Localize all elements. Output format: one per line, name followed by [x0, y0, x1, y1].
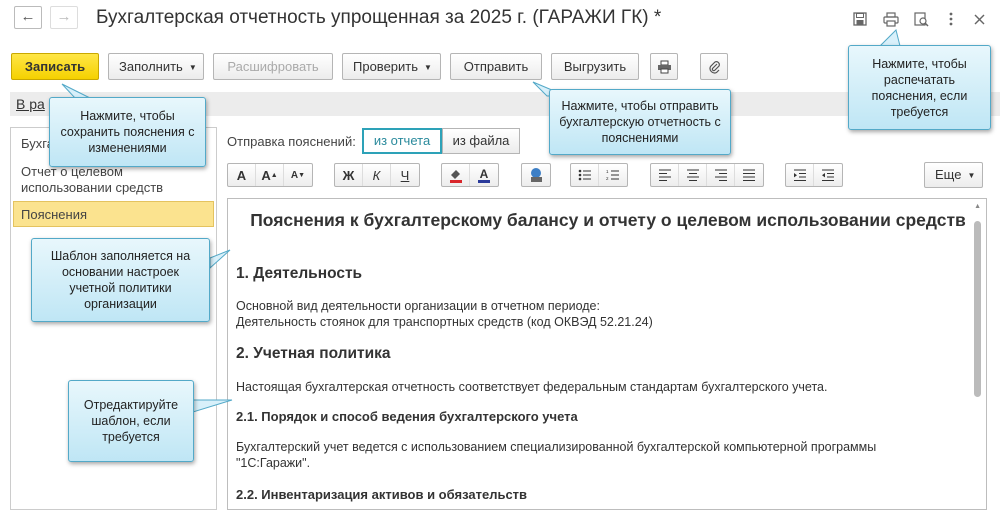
insert-picture-icon[interactable] — [522, 164, 550, 186]
indent-group — [785, 163, 843, 187]
check-button[interactable]: Проверить ▼ — [342, 53, 441, 80]
callout-save: Нажмите, чтобы сохранить пояснения с изм… — [49, 97, 206, 167]
section-text-1: Основной вид деятельности организации в … — [236, 299, 653, 329]
insert-image-group — [521, 163, 551, 187]
bold-icon[interactable]: Ж — [335, 164, 363, 186]
dropdown-arrow-icon: ▼ — [967, 170, 976, 180]
save-button[interactable]: Записать — [11, 53, 99, 80]
close-icon[interactable] — [970, 10, 988, 28]
decode-button-label: Расшифровать — [227, 59, 319, 74]
more-button[interactable]: Еще ▼ — [924, 162, 983, 188]
callout-template: Шаблон заполняется на основании настроек… — [31, 238, 210, 322]
from-file-button[interactable]: из файла — [442, 128, 520, 154]
arrow-right-icon: → — [56, 8, 72, 25]
explanations-editor[interactable]: ▲ Пояснения к бухгалтерскому балансу и о… — [227, 198, 987, 510]
preview-icon[interactable] — [912, 10, 930, 28]
export-button[interactable]: Выгрузить — [551, 53, 639, 80]
callout-print: Нажмите, чтобы распечатать пояснения, ес… — [848, 45, 991, 130]
back-button[interactable]: ← — [14, 6, 42, 29]
save-button-label: Записать — [24, 59, 86, 74]
fill-color-icon[interactable] — [442, 164, 470, 186]
font-size-group: A A ▲ A ▼ — [227, 163, 313, 187]
save-icon[interactable] — [851, 10, 869, 28]
section-text-2: Настоящая бухгалтерская отчетность соотв… — [236, 380, 828, 394]
dropdown-arrow-icon: ▼ — [188, 63, 197, 73]
underline-icon[interactable]: Ч — [391, 164, 419, 186]
from-file-label: из файла — [452, 133, 510, 148]
status-link[interactable]: В ра — [16, 96, 45, 112]
print-icon[interactable] — [882, 10, 900, 28]
bullet-list-icon[interactable] — [571, 164, 599, 186]
indent-decrease-icon[interactable] — [814, 164, 842, 186]
arrow-left-icon: ← — [20, 8, 36, 25]
document-title: Пояснения к бухгалтерскому балансу и отч… — [250, 210, 966, 230]
from-report-label: из отчета — [373, 133, 431, 148]
paperclip-icon — [709, 61, 720, 74]
list-group: 12 — [570, 163, 628, 187]
text-color-icon[interactable]: A — [470, 164, 498, 186]
sending-label: Отправка пояснений: — [227, 134, 356, 149]
font-decrease-icon[interactable]: A ▼ — [284, 164, 312, 186]
print-button[interactable] — [650, 53, 678, 80]
section-heading-1: 1. Деятельность — [236, 265, 363, 282]
callout-send: Нажмите, чтобы отправить бухгалтерскую о… — [549, 89, 731, 155]
align-group — [650, 163, 764, 187]
check-button-label: Проверить — [353, 59, 419, 74]
forward-button[interactable]: → — [50, 6, 78, 29]
printer-icon — [657, 60, 671, 73]
indent-increase-icon[interactable] — [786, 164, 814, 186]
attach-button[interactable] — [700, 53, 728, 80]
fill-button[interactable]: Заполнить ▼ — [108, 53, 204, 80]
style-group: Ж К Ч — [334, 163, 420, 187]
callout-edit: Отредактируйте шаблон, если требуется — [68, 380, 194, 462]
more-vertical-icon[interactable] — [942, 10, 960, 28]
scroll-up-icon[interactable]: ▲ — [974, 203, 981, 210]
align-left-icon[interactable] — [651, 164, 679, 186]
numbered-list-icon[interactable]: 12 — [599, 164, 627, 186]
font-increase-icon[interactable]: A ▲ — [256, 164, 284, 186]
section-heading-2-1: 2.1. Порядок и способ ведения бухгалтерс… — [236, 409, 578, 424]
fill-button-label: Заполнить — [119, 59, 183, 74]
align-right-icon[interactable] — [707, 164, 735, 186]
export-button-label: Выгрузить — [563, 59, 627, 74]
scrollbar-thumb[interactable] — [974, 221, 981, 397]
dropdown-arrow-icon: ▼ — [424, 63, 432, 73]
send-button[interactable]: Отправить — [450, 53, 542, 80]
window-title: Бухгалтерская отчетность упрощенная за 2… — [96, 7, 662, 28]
more-button-label: Еще — [935, 167, 962, 182]
list-item-target-use-report[interactable]: Отчет о целевом использовании средств — [21, 164, 163, 196]
section-heading-2: 2. Учетная политика — [236, 345, 391, 362]
svg-text:1: 1 — [606, 169, 609, 174]
color-group: A — [441, 163, 499, 187]
align-center-icon[interactable] — [679, 164, 707, 186]
send-button-label: Отправить — [463, 59, 529, 74]
svg-text:A: A — [480, 167, 489, 181]
list-item-explanations[interactable]: Пояснения — [13, 201, 214, 227]
decode-button[interactable]: Расшифровать — [213, 53, 333, 80]
align-justify-icon[interactable] — [735, 164, 763, 186]
svg-text:2: 2 — [606, 176, 609, 181]
section-text-2-1: Бухгалтерский учет ведется с использован… — [236, 440, 877, 470]
italic-icon[interactable]: К — [363, 164, 391, 186]
section-heading-2-2: 2.2. Инвентаризация активов и обязательс… — [236, 487, 528, 502]
from-report-button[interactable]: из отчета — [362, 128, 442, 154]
font-a-icon[interactable]: A — [228, 164, 256, 186]
